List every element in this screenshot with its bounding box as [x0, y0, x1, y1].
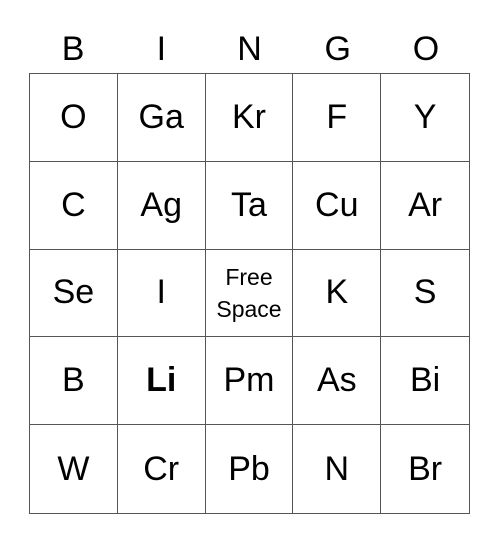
bingo-cell[interactable]: Ag — [117, 161, 206, 250]
bingo-cell[interactable]: Ga — [117, 74, 206, 162]
bingo-cell[interactable]: F — [293, 74, 382, 162]
bingo-cell[interactable]: Pb — [206, 425, 294, 513]
bingo-cell[interactable]: Kr — [205, 74, 294, 162]
free-space-line: Space — [216, 295, 282, 322]
bingo-cell[interactable]: W — [30, 425, 118, 513]
bingo-cell[interactable]: As — [293, 337, 382, 426]
header-letter: N — [237, 30, 262, 68]
free-space-cell[interactable]: Free Space — [205, 249, 294, 338]
bingo-cell[interactable]: Ta — [205, 161, 294, 250]
bingo-cell[interactable]: Bi — [381, 337, 469, 426]
bingo-cell[interactable]: B — [30, 337, 118, 426]
bingo-cell[interactable]: Y — [381, 74, 469, 162]
bingo-cell[interactable]: Cu — [293, 161, 382, 250]
bingo-cell[interactable]: K — [293, 249, 382, 338]
bingo-cell[interactable]: Br — [381, 425, 469, 513]
bingo-cell-highlighted[interactable]: Li — [117, 337, 206, 426]
header-letter: I — [156, 30, 167, 68]
bingo-cell[interactable]: Pm — [205, 337, 294, 426]
header-letter: O — [412, 30, 440, 68]
bingo-cell[interactable]: N — [293, 425, 382, 513]
header-letter: B — [61, 30, 85, 68]
bingo-cell[interactable]: Ar — [381, 162, 469, 250]
bingo-grid: O Ga Kr F Y C Ag Ta Cu Ar Se I Free Space… — [29, 73, 470, 514]
bingo-cell[interactable]: I — [117, 249, 206, 338]
free-space-line: Free — [225, 263, 273, 290]
bingo-cell[interactable]: Se — [30, 249, 118, 338]
bingo-header: B I N G O — [29, 28, 470, 70]
bingo-cell[interactable]: O — [30, 74, 118, 162]
bingo-cell[interactable]: C — [30, 161, 118, 250]
bingo-cell[interactable]: Cr — [118, 425, 206, 513]
header-letter: G — [324, 30, 351, 68]
bingo-cell[interactable]: S — [381, 250, 469, 338]
